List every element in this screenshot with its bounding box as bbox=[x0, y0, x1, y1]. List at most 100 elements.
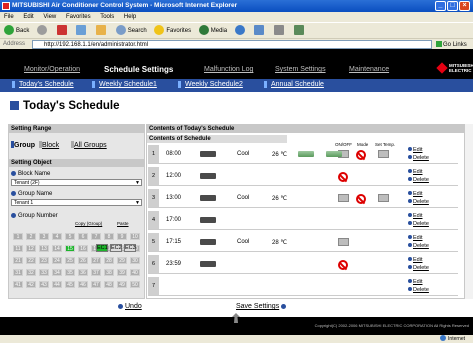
menu-tools[interactable]: Tools bbox=[100, 14, 114, 20]
group-number-cell[interactable]: 46 bbox=[78, 281, 88, 288]
undo-link[interactable]: Undo bbox=[118, 303, 142, 310]
group-number-cell[interactable]: 31 bbox=[13, 269, 23, 276]
group-number-cell[interactable]: 45 bbox=[65, 281, 75, 288]
group-number-cell[interactable]: 41 bbox=[13, 281, 23, 288]
delete-link[interactable]: Delete bbox=[408, 177, 429, 183]
group-number-cell[interactable]: 30 bbox=[130, 257, 140, 264]
group-number-cell[interactable]: 10 bbox=[130, 233, 140, 240]
menu-edit[interactable]: Edit bbox=[23, 14, 33, 20]
group-number-cell[interactable]: 1 bbox=[13, 233, 23, 240]
group-number-cell[interactable]: 29 bbox=[117, 257, 127, 264]
group-number-cell[interactable]: 8 bbox=[104, 233, 114, 240]
group-number-cell[interactable]: 9 bbox=[117, 233, 127, 240]
group-number-cell[interactable]: 49 bbox=[117, 281, 127, 288]
group-name-select[interactable]: Tenant 1 ▼ bbox=[11, 199, 142, 206]
group-number-cell[interactable]: 7 bbox=[91, 233, 101, 240]
group-number-cell[interactable]: 35 bbox=[65, 269, 75, 276]
tab-maintenance[interactable]: Maintenance bbox=[349, 66, 389, 73]
group-number-cell[interactable]: 23 bbox=[39, 257, 49, 264]
range-group[interactable]: Group bbox=[11, 141, 35, 149]
back-button[interactable]: Back bbox=[4, 23, 29, 39]
group-number-cell[interactable]: 25 bbox=[65, 257, 75, 264]
group-number-cell[interactable]: 4 bbox=[52, 233, 62, 240]
group-number-cell[interactable]: 43 bbox=[39, 281, 49, 288]
stop-button[interactable] bbox=[56, 23, 69, 39]
edit-link[interactable]: Edit bbox=[408, 147, 422, 153]
group-number-cell[interactable]: 12 bbox=[26, 245, 36, 252]
menu-help[interactable]: Help bbox=[124, 14, 136, 20]
group-number-cell[interactable]: 44 bbox=[52, 281, 62, 288]
group-number-cell[interactable]: 5 bbox=[65, 233, 75, 240]
ec1-button[interactable]: EC1 bbox=[96, 244, 108, 252]
range-block[interactable]: Block bbox=[39, 141, 59, 149]
tab-system-settings[interactable]: System Settings bbox=[275, 66, 326, 73]
menu-file[interactable]: File bbox=[4, 14, 14, 20]
group-number-cell[interactable]: 36 bbox=[78, 269, 88, 276]
forward-button[interactable] bbox=[37, 23, 49, 39]
menu-favorites[interactable]: Favorites bbox=[66, 14, 91, 20]
group-number-cell[interactable]: 22 bbox=[26, 257, 36, 264]
subnav-weekly-schedule1[interactable]: Weekly Schedule1 bbox=[92, 81, 157, 88]
group-number-cell[interactable]: 26 bbox=[78, 257, 88, 264]
edit-link[interactable]: Edit bbox=[408, 191, 422, 197]
favorites-button[interactable]: Favorites bbox=[154, 23, 191, 39]
ec3-button[interactable]: EC3 bbox=[124, 244, 136, 252]
delete-link[interactable]: Delete bbox=[408, 155, 429, 161]
range-all-groups[interactable]: All Groups bbox=[71, 141, 107, 149]
group-number-cell[interactable]: 24 bbox=[52, 257, 62, 264]
delete-link[interactable]: Delete bbox=[408, 199, 429, 205]
maximize-button[interactable]: □ bbox=[447, 1, 458, 11]
delete-link[interactable]: Delete bbox=[408, 221, 429, 227]
group-number-cell[interactable]: 38 bbox=[104, 269, 114, 276]
edit-link[interactable]: Edit bbox=[408, 235, 422, 241]
tab-malfunction-log[interactable]: Malfunction Log bbox=[204, 66, 253, 73]
group-number-cell[interactable]: 34 bbox=[52, 269, 62, 276]
group-number-cell[interactable]: 33 bbox=[39, 269, 49, 276]
menu-view[interactable]: View bbox=[43, 14, 56, 20]
group-number-cell[interactable]: 39 bbox=[117, 269, 127, 276]
group-number-cell[interactable]: 11 bbox=[13, 245, 23, 252]
edit-button[interactable] bbox=[293, 23, 306, 39]
subnav-todays-schedule[interactable]: Today's Schedule bbox=[12, 81, 74, 88]
close-button[interactable]: × bbox=[459, 1, 470, 11]
links-button[interactable]: Links bbox=[453, 42, 467, 48]
group-number-cell[interactable]: 27 bbox=[91, 257, 101, 264]
group-number-cell[interactable]: 14 bbox=[52, 245, 62, 252]
group-number-cell[interactable]: 28 bbox=[104, 257, 114, 264]
group-number-cell[interactable]: 6 bbox=[78, 233, 88, 240]
address-input[interactable]: http://192.168.1.1/en/administrator.html bbox=[32, 40, 432, 49]
tab-schedule-settings[interactable]: Schedule Settings bbox=[104, 65, 173, 74]
save-settings-button[interactable]: Save Settings bbox=[236, 303, 288, 310]
group-number-cell[interactable]: 16 bbox=[78, 245, 88, 252]
ec2-button[interactable]: EC2 bbox=[110, 244, 122, 252]
group-number-cell[interactable]: 15 bbox=[65, 245, 75, 252]
edit-link[interactable]: Edit bbox=[408, 279, 422, 285]
minimize-button[interactable]: _ bbox=[435, 1, 446, 11]
search-button[interactable]: Search bbox=[115, 23, 147, 39]
media-button[interactable]: Media bbox=[198, 23, 227, 39]
subnav-weekly-schedule2[interactable]: Weekly Schedule2 bbox=[178, 81, 243, 88]
delete-link[interactable]: Delete bbox=[408, 243, 429, 249]
home-button[interactable] bbox=[96, 23, 108, 39]
delete-link[interactable]: Delete bbox=[408, 287, 429, 293]
group-number-cell[interactable]: 21 bbox=[13, 257, 23, 264]
history-button[interactable] bbox=[234, 23, 247, 39]
refresh-button[interactable] bbox=[76, 23, 88, 39]
scrollbar[interactable] bbox=[465, 124, 473, 299]
group-number-cell[interactable]: 37 bbox=[91, 269, 101, 276]
edit-link[interactable]: Edit bbox=[408, 213, 422, 219]
print-button[interactable] bbox=[274, 23, 286, 39]
group-number-cell[interactable]: 42 bbox=[26, 281, 36, 288]
paste-link[interactable]: Paste bbox=[117, 221, 129, 226]
edit-link[interactable]: Edit bbox=[408, 169, 422, 175]
mail-button[interactable] bbox=[254, 23, 266, 39]
group-number-cell[interactable]: 32 bbox=[26, 269, 36, 276]
group-number-cell[interactable]: 40 bbox=[130, 269, 140, 276]
group-number-cell[interactable]: 2 bbox=[26, 233, 36, 240]
group-number-cell[interactable]: 48 bbox=[104, 281, 114, 288]
group-number-cell[interactable]: 13 bbox=[39, 245, 49, 252]
group-number-cell[interactable]: 3 bbox=[39, 233, 49, 240]
group-number-cell[interactable]: 50 bbox=[130, 281, 140, 288]
delete-link[interactable]: Delete bbox=[408, 265, 429, 271]
edit-link[interactable]: Edit bbox=[408, 257, 422, 263]
